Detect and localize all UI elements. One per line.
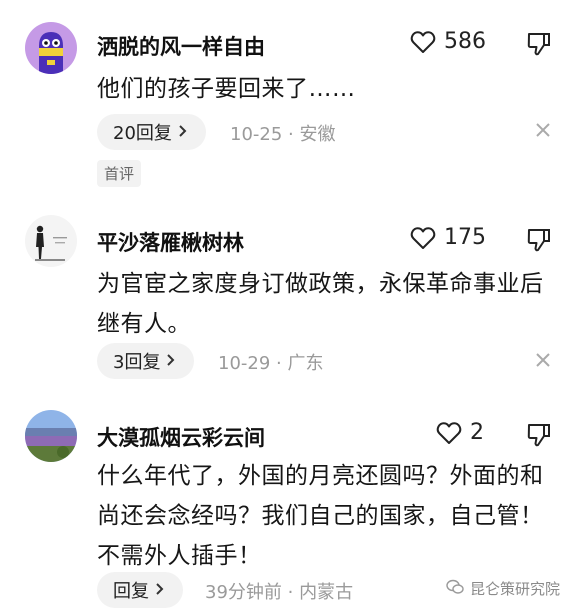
chevron-right-icon <box>178 122 188 143</box>
avatar[interactable] <box>25 22 77 74</box>
thumbs-down-icon <box>526 227 552 253</box>
username[interactable]: 大漠孤烟云彩云间 <box>97 422 265 452</box>
username[interactable]: 洒脱的风一样自由 <box>97 31 265 61</box>
dislike-button[interactable] <box>526 227 552 253</box>
heart-icon <box>410 30 436 54</box>
like-button[interactable]: 2 <box>436 420 484 445</box>
close-button[interactable] <box>535 122 551 138</box>
reply-button[interactable]: 20回复 <box>97 114 206 150</box>
dislike-button[interactable] <box>526 31 552 57</box>
chevron-right-icon <box>155 580 165 601</box>
close-button[interactable] <box>535 352 551 368</box>
comment-meta: 10-29 · 广东 <box>218 353 324 374</box>
chevron-right-icon <box>166 351 176 372</box>
reply-label: 3回复 <box>113 352 161 373</box>
thumbs-down-icon <box>526 422 552 448</box>
like-count: 175 <box>444 225 486 250</box>
like-button[interactable]: 175 <box>410 225 486 250</box>
reply-button[interactable]: 回复 <box>97 572 183 608</box>
comment-text: 为官宦之家度身订做政策，永保革命事业后继有人。 <box>97 271 544 337</box>
comment-meta: 10-25 · 安徽 <box>230 124 336 145</box>
thumbs-down-icon <box>526 31 552 57</box>
comment-meta: 39分钟前 · 内蒙古 <box>205 582 354 603</box>
wechat-icon <box>446 579 464 599</box>
watermark-text: 昆仑策研究院 <box>470 580 561 598</box>
reply-button[interactable]: 3回复 <box>97 343 195 379</box>
dislike-button[interactable] <box>526 422 552 448</box>
avatar[interactable] <box>25 410 77 462</box>
comment-text: 什么年代了，外国的月亮还圆吗？外面的和尚还会念经吗？我们自己的国家，自己管！不需… <box>97 463 544 569</box>
heart-icon <box>436 421 462 445</box>
comment-list: 洒脱的风一样自由 586 他们的孩子要回来了…… 20回复 10-25 · 安徽… <box>0 0 580 615</box>
first-comment-badge: 首评 <box>97 160 142 187</box>
close-icon <box>535 122 551 138</box>
like-button[interactable]: 586 <box>410 29 486 54</box>
reply-label: 20回复 <box>113 123 172 144</box>
heart-icon <box>410 226 436 250</box>
username[interactable]: 平沙落雁楸树林 <box>97 227 244 257</box>
like-count: 2 <box>470 420 484 445</box>
watermark: 昆仑策研究院 <box>446 578 560 599</box>
like-count: 586 <box>444 29 486 54</box>
close-icon <box>535 352 551 368</box>
reply-label: 回复 <box>113 581 149 602</box>
comment-text: 他们的孩子要回来了…… <box>97 76 356 102</box>
avatar[interactable] <box>25 215 77 267</box>
